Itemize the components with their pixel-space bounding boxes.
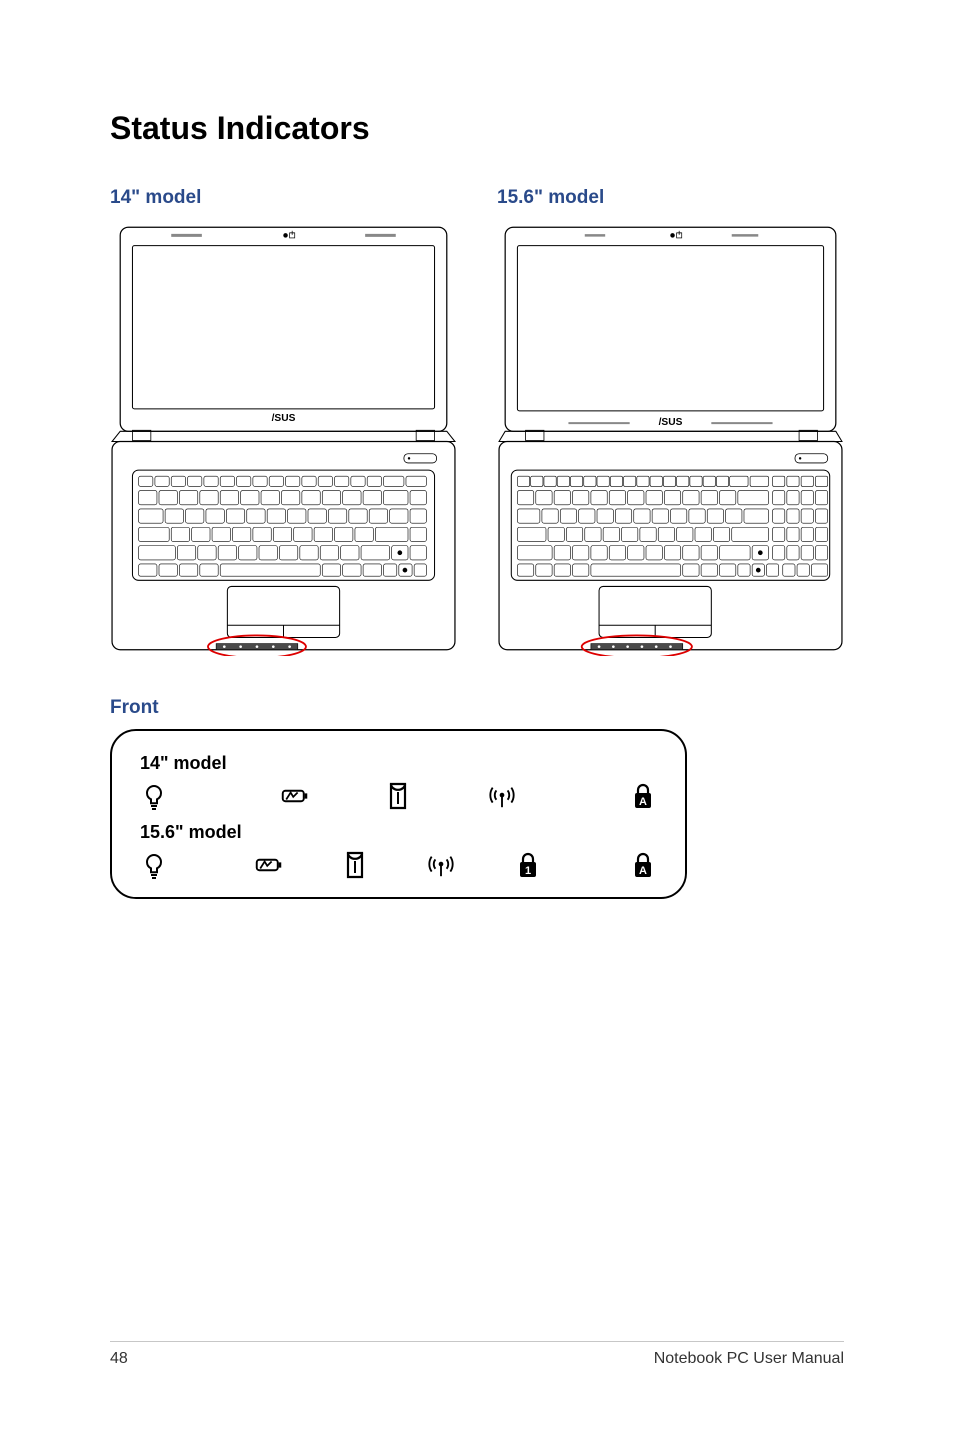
laptop-156-diagram: /SUS — [497, 217, 844, 656]
front-156-label: 15.6" model — [140, 822, 657, 843]
svg-text:A: A — [639, 865, 647, 877]
caps-lock-icon: A — [571, 851, 657, 879]
wireless-indicator-icon — [398, 851, 484, 879]
battery-indicator-icon — [226, 851, 312, 879]
drive-activity-icon — [347, 782, 450, 810]
page-number: 48 — [110, 1350, 128, 1368]
power-indicator-icon — [140, 851, 226, 879]
svg-text:A: A — [639, 796, 647, 808]
model-14-heading: 14" model — [110, 187, 457, 209]
page-footer: 48 Notebook PC User Manual — [110, 1341, 844, 1368]
laptop-14-diagram: /SUS — [110, 217, 457, 656]
battery-indicator-icon — [243, 782, 346, 810]
svg-text:1: 1 — [525, 865, 531, 877]
power-indicator-icon — [140, 782, 243, 810]
col-14: 14" model /SUS — [110, 187, 457, 661]
front-14-label: 14" model — [140, 753, 657, 774]
manual-page: Status Indicators 14" model /SUS — [0, 0, 954, 1438]
front-indicators-box: 14" model A 15.6" model — [110, 729, 687, 899]
footer-text: Notebook PC User Manual — [654, 1350, 844, 1368]
page-title: Status Indicators — [110, 110, 844, 147]
wireless-indicator-icon — [450, 782, 553, 810]
num-lock-icon: 1 — [485, 851, 571, 879]
drive-activity-icon — [312, 851, 398, 879]
model-156-heading: 15.6" model — [497, 187, 844, 209]
svg-text:/SUS: /SUS — [272, 413, 296, 424]
front-heading: Front — [110, 697, 844, 719]
caps-lock-icon: A — [554, 782, 657, 810]
front-14-icons: A — [140, 782, 657, 810]
svg-text:/SUS: /SUS — [659, 417, 683, 428]
diagram-row: 14" model /SUS — [110, 187, 844, 661]
col-156: 15.6" model /SUS — [497, 187, 844, 661]
front-156-icons: 1 A — [140, 851, 657, 879]
